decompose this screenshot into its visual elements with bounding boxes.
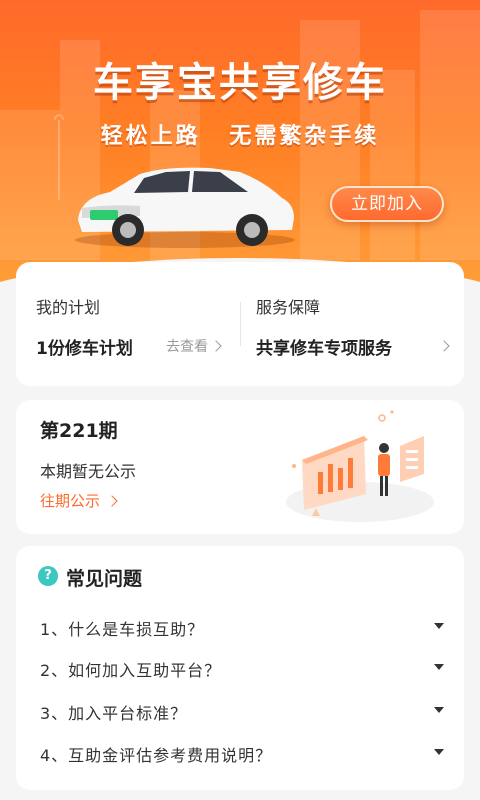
promo-banner[interactable]: 车享宝共享修车 轻松上路 无需繁杂手续 立即加入 — [0, 0, 480, 300]
service-guarantee-value: 共享修车专项服务 — [256, 339, 392, 359]
faq-card: ? 常见问题 1、什么是车损互助？ 2、如何加入互助平台？ 3、加入平台标准？ … — [16, 546, 464, 790]
caret-down-icon — [434, 707, 444, 713]
caret-down-icon — [434, 749, 444, 755]
faq-question: 1、什么是车损互助？ — [40, 620, 205, 639]
car-illustration — [75, 167, 295, 248]
period-status: 本期暂无公示 — [40, 462, 137, 481]
caret-down-icon — [434, 664, 444, 670]
past-announcements-label: 往期公示 — [40, 492, 101, 510]
banner-headline: 车享宝共享修车 — [93, 60, 387, 106]
caret-down-icon — [434, 623, 444, 629]
past-announcements-link[interactable]: 往期公示 — [40, 490, 118, 511]
chevron-right-icon — [106, 495, 118, 507]
join-now-button[interactable]: 立即加入 — [330, 186, 444, 222]
banner-subline: 轻松上路 无需繁杂手续 — [100, 124, 380, 149]
faq-question: 4、互助金评估参考费用说明？ — [40, 746, 273, 765]
my-plan-value: 1份修车计划 — [36, 339, 133, 359]
faq-question: 2、如何加入互助平台？ — [40, 661, 222, 680]
faq-item[interactable]: 1、什么是车损互助？ — [40, 616, 446, 640]
faq-item[interactable]: 4、互助金评估参考费用说明？ — [40, 742, 446, 766]
faq-question: 3、加入平台标准？ — [40, 704, 188, 723]
faq-item[interactable]: 3、加入平台标准？ — [40, 700, 446, 724]
announcement-illustration — [286, 410, 434, 522]
period-title: 第221期 — [40, 420, 118, 442]
question-icon: ? — [38, 566, 58, 586]
chevron-right-icon — [210, 340, 222, 352]
page: 车享宝共享修车 轻松上路 无需繁杂手续 立即加入 我的计划 1份修车计划 去查看… — [0, 0, 480, 800]
my-plan-title: 我的计划 — [36, 298, 101, 317]
service-guarantee-title: 服务保障 — [256, 298, 321, 317]
faq-item[interactable]: 2、如何加入互助平台？ — [40, 657, 446, 681]
plan-card: 我的计划 1份修车计划 去查看 服务保障 共享修车专项服务 — [16, 262, 464, 386]
period-card: 第221期 本期暂无公示 往期公示 — [16, 400, 464, 534]
divider — [240, 302, 241, 346]
view-plan-link[interactable]: 去查看 — [166, 336, 222, 356]
faq-title: 常见问题 — [66, 568, 143, 590]
view-plan-label: 去查看 — [166, 339, 208, 355]
chevron-right-icon — [438, 340, 450, 352]
service-guarantee-section[interactable]: 服务保障 共享修车专项服务 — [256, 262, 450, 386]
my-plan-section[interactable]: 我的计划 1份修车计划 去查看 — [36, 262, 236, 386]
